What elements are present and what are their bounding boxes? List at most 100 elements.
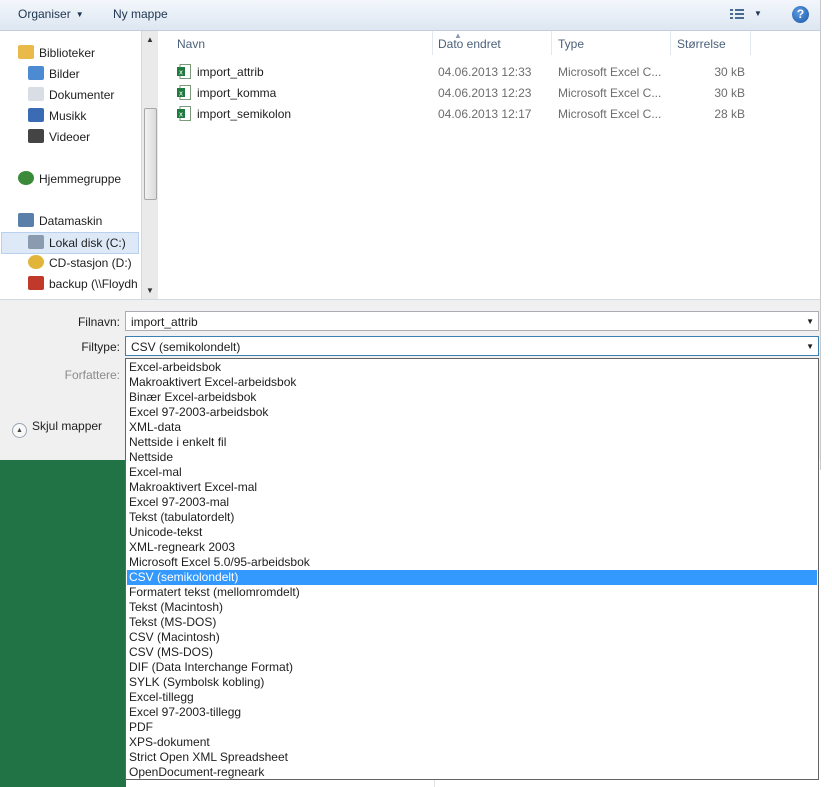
hide-folders-button[interactable]: ▲ Skjul mapper bbox=[12, 419, 102, 438]
window-edge bbox=[820, 0, 832, 470]
filetype-option[interactable]: Nettside i enkelt fil bbox=[127, 435, 817, 450]
filetype-option[interactable]: XML-data bbox=[127, 420, 817, 435]
authors-label: Forfattere: bbox=[64, 368, 120, 382]
nav-item[interactable]: Datamaskin bbox=[18, 211, 102, 231]
nav-item-label: Biblioteker bbox=[39, 46, 96, 60]
navigation-pane: Biblioteker Bilder Dokumenter Musikk Videoer… bbox=[0, 31, 140, 299]
excel-csv-file-icon: x bbox=[177, 64, 191, 79]
filename-field[interactable]: import_attrib ▼ bbox=[125, 311, 819, 331]
filetype-value: CSV (semikolondelt) bbox=[131, 340, 241, 354]
view-options-icon[interactable] bbox=[730, 9, 744, 20]
nav-item[interactable]: Bilder bbox=[28, 64, 80, 84]
filetype-option[interactable]: PDF bbox=[127, 720, 817, 735]
excel-csv-file-icon: x bbox=[177, 85, 191, 100]
file-date-cell: 04.06.2013 12:33 bbox=[438, 65, 532, 79]
file-name-cell: x import_semikolon bbox=[177, 106, 292, 121]
filetype-option[interactable]: Excel 97-2003-mal bbox=[127, 495, 817, 510]
svg-text:x: x bbox=[179, 90, 183, 98]
homegroup-icon bbox=[18, 171, 34, 185]
filetype-option[interactable]: Tekst (tabulatordelt) bbox=[127, 510, 817, 525]
organize-button[interactable]: Organiser ▼ bbox=[18, 7, 84, 21]
filetype-option[interactable]: Microsoft Excel 5.0/95-arbeidsbok bbox=[127, 555, 817, 570]
filetype-option[interactable]: Formatert tekst (mellomromdelt) bbox=[127, 585, 817, 600]
new-folder-button[interactable]: Ny mappe bbox=[113, 7, 168, 21]
filetype-option[interactable]: Excel-mal bbox=[127, 465, 817, 480]
filetype-option[interactable]: Excel 97-2003-arbeidsbok bbox=[127, 405, 817, 420]
column-divider[interactable] bbox=[432, 31, 433, 55]
file-type-cell: Microsoft Excel C... bbox=[558, 107, 662, 121]
file-date-cell: 04.06.2013 12:23 bbox=[438, 86, 532, 100]
filetype-option[interactable]: XPS-dokument bbox=[127, 735, 817, 750]
filetype-option[interactable]: Excel-tillegg bbox=[127, 690, 817, 705]
filetype-option[interactable]: Excel-arbeidsbok bbox=[127, 360, 817, 375]
organize-label: Organiser bbox=[18, 7, 71, 21]
nav-item-label: Datamaskin bbox=[39, 214, 103, 228]
excel-csv-file-icon: x bbox=[177, 106, 191, 121]
nav-item[interactable]: Hjemmegruppe bbox=[18, 169, 121, 189]
nav-item[interactable]: Videoer bbox=[28, 127, 90, 147]
filetype-option[interactable]: Strict Open XML Spreadsheet bbox=[127, 750, 817, 765]
nav-item[interactable]: Lokal disk (C:) bbox=[1, 232, 139, 254]
filetype-option[interactable]: Tekst (MS-DOS) bbox=[127, 615, 817, 630]
nav-item[interactable]: Biblioteker bbox=[18, 43, 95, 63]
svg-text:x: x bbox=[179, 69, 183, 77]
filetype-label: Filtype: bbox=[81, 340, 120, 354]
filetype-option[interactable]: SYLK (Symbolsk kobling) bbox=[127, 675, 817, 690]
nav-item[interactable]: backup (\\Floydh bbox=[28, 274, 138, 294]
column-divider[interactable] bbox=[551, 31, 552, 55]
filetype-option[interactable]: DIF (Data Interchange Format) bbox=[127, 660, 817, 675]
videos-icon bbox=[28, 129, 44, 143]
nav-scrollbar[interactable]: ▲ ▼ bbox=[141, 31, 158, 299]
filetype-option[interactable]: Unicode-tekst bbox=[127, 525, 817, 540]
scrollbar-thumb[interactable] bbox=[144, 108, 157, 200]
toolbar: Organiser ▼ Ny mappe ▼ ? bbox=[0, 0, 832, 31]
file-row[interactable]: x import_semikolon 04.06.2013 12:17 Microso… bbox=[158, 104, 758, 125]
filetype-option[interactable]: OpenDocument-regneark bbox=[127, 765, 817, 780]
svg-text:x: x bbox=[179, 111, 183, 119]
filetype-option[interactable]: Tekst (Macintosh) bbox=[127, 600, 817, 615]
nav-item[interactable]: Dokumenter bbox=[28, 85, 114, 105]
file-type-cell: Microsoft Excel C... bbox=[558, 65, 662, 79]
file-row[interactable]: x import_komma 04.06.2013 12:23 Microsoft E… bbox=[158, 83, 758, 104]
nav-item-label: Videoer bbox=[49, 130, 91, 144]
nav-item-label: backup (\\Floydh bbox=[49, 277, 138, 291]
filename-label: Filnavn: bbox=[77, 315, 120, 329]
filetype-option[interactable]: CSV (semikolondelt) bbox=[127, 570, 817, 585]
column-divider[interactable] bbox=[750, 31, 751, 55]
libraries-icon bbox=[18, 45, 34, 59]
filetype-dropdown-icon[interactable]: ▼ bbox=[806, 337, 814, 357]
filetype-option[interactable]: CSV (MS-DOS) bbox=[127, 645, 817, 660]
filetype-option[interactable]: Binær Excel-arbeidsbok bbox=[127, 390, 817, 405]
nav-item[interactable]: Musikk bbox=[28, 106, 86, 126]
scroll-up-icon[interactable]: ▲ bbox=[146, 35, 154, 44]
file-size-cell: 30 kB bbox=[714, 65, 745, 79]
filename-dropdown-icon[interactable]: ▼ bbox=[806, 312, 814, 332]
filetype-option[interactable]: Makroaktivert Excel-arbeidsbok bbox=[127, 375, 817, 390]
sheet-gridline bbox=[434, 780, 435, 787]
column-header-date[interactable]: Dato endret bbox=[438, 37, 501, 51]
filetype-option[interactable]: CSV (Macintosh) bbox=[127, 630, 817, 645]
scroll-down-icon[interactable]: ▼ bbox=[146, 286, 154, 295]
column-header-size[interactable]: Størrelse bbox=[677, 37, 726, 51]
filetype-option[interactable]: XML-regneark 2003 bbox=[127, 540, 817, 555]
filetype-dropdown-list: Excel-arbeidsbok Makroaktivert Excel-arbe… bbox=[125, 358, 819, 780]
music-icon bbox=[28, 108, 44, 122]
filetype-option[interactable]: Nettside bbox=[127, 450, 817, 465]
file-row[interactable]: x import_attrib 04.06.2013 12:33 Microsoft … bbox=[158, 62, 758, 83]
filetype-select[interactable]: CSV (semikolondelt) ▼ bbox=[125, 336, 819, 356]
view-options-chevron-icon[interactable]: ▼ bbox=[754, 9, 762, 18]
file-type-cell: Microsoft Excel C... bbox=[558, 86, 662, 100]
filetype-option[interactable]: Makroaktivert Excel-mal bbox=[127, 480, 817, 495]
cd-drive-icon bbox=[28, 255, 44, 269]
filename-value: import_attrib bbox=[131, 315, 198, 329]
filetype-option[interactable]: Excel 97-2003-tillegg bbox=[127, 705, 817, 720]
nav-item-label: Bilder bbox=[49, 67, 80, 81]
collapse-icon: ▲ bbox=[12, 423, 27, 438]
nav-item[interactable]: CD-stasjon (D:) bbox=[28, 253, 132, 273]
column-header-type[interactable]: Type bbox=[558, 37, 584, 51]
file-list: ▲ Navn Dato endret Type Størrelse x impor… bbox=[158, 31, 832, 299]
column-header-name[interactable]: Navn bbox=[177, 37, 205, 51]
network-drive-icon bbox=[28, 276, 44, 290]
column-divider[interactable] bbox=[670, 31, 671, 55]
help-icon[interactable]: ? bbox=[792, 6, 809, 23]
